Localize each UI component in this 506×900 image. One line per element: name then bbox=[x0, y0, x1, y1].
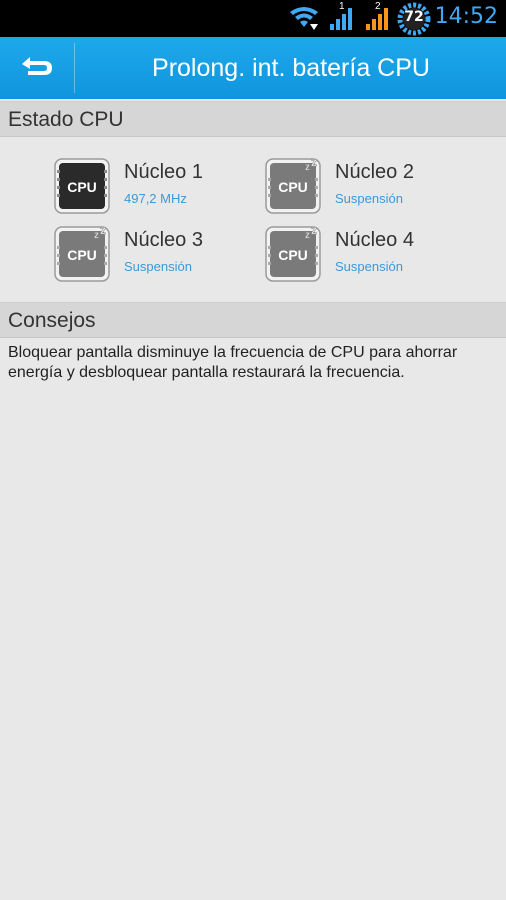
battery-level: 72 bbox=[404, 9, 424, 25]
tips-section-header: Consejos bbox=[0, 302, 506, 338]
svg-text:z: z bbox=[94, 230, 99, 241]
core-2: CPU z z Núcleo 2 Suspensión bbox=[265, 158, 465, 218]
signal-2-label: 2 bbox=[375, 1, 381, 12]
signal-1-label: 1 bbox=[339, 1, 345, 12]
wifi-icon bbox=[290, 7, 318, 30]
cpu-chip-sleep-icon: CPU z z bbox=[265, 226, 321, 282]
action-bar: Prolong. int. batería CPU bbox=[0, 37, 506, 99]
core-4: CPU z z Núcleo 4 Suspensión bbox=[265, 226, 465, 286]
core-2-status: Suspensión bbox=[335, 191, 403, 206]
svg-text:z: z bbox=[311, 226, 317, 237]
cpu-chip-sleep-icon: CPU z z bbox=[54, 226, 110, 282]
core-3-name: Núcleo 3 bbox=[124, 229, 203, 251]
chip-label-2: CPU bbox=[278, 179, 308, 195]
svg-text:z: z bbox=[305, 162, 310, 173]
svg-text:z: z bbox=[100, 226, 106, 237]
core-4-name: Núcleo 4 bbox=[335, 229, 414, 251]
core-1-status: 497,2 MHz bbox=[124, 191, 187, 206]
tip-text: Bloquear pantalla disminuye la frecuenci… bbox=[8, 344, 458, 381]
svg-text:z: z bbox=[305, 230, 310, 241]
svg-text:z: z bbox=[311, 158, 317, 169]
tips-section-title: Consejos bbox=[8, 309, 96, 332]
cpu-chip-sleep-icon: CPU z z bbox=[265, 158, 321, 214]
cpu-section-title: Estado CPU bbox=[8, 108, 124, 131]
clock: 14:52 bbox=[434, 4, 498, 29]
back-arrow-icon bbox=[22, 57, 52, 75]
core-4-status: Suspensión bbox=[335, 259, 403, 274]
core-3: CPU z z Núcleo 3 Suspensión bbox=[54, 226, 254, 286]
cpu-chip-active-icon: CPU bbox=[54, 158, 110, 214]
core-3-status: Suspensión bbox=[124, 259, 192, 274]
core-1: CPU Núcleo 1 497,2 MHz bbox=[54, 158, 254, 218]
status-bar: 1 2 72 14:52 bbox=[0, 0, 506, 37]
core-1-name: Núcleo 1 bbox=[124, 161, 203, 183]
core-2-name: Núcleo 2 bbox=[335, 161, 414, 183]
chip-label-1: CPU bbox=[67, 179, 97, 195]
page-title: Prolong. int. batería CPU bbox=[152, 54, 430, 82]
cpu-section-header: Estado CPU bbox=[0, 101, 506, 137]
chip-label-4: CPU bbox=[278, 247, 308, 263]
chip-label-3: CPU bbox=[67, 247, 97, 263]
action-bar-divider bbox=[74, 43, 75, 93]
back-button[interactable] bbox=[0, 37, 74, 99]
